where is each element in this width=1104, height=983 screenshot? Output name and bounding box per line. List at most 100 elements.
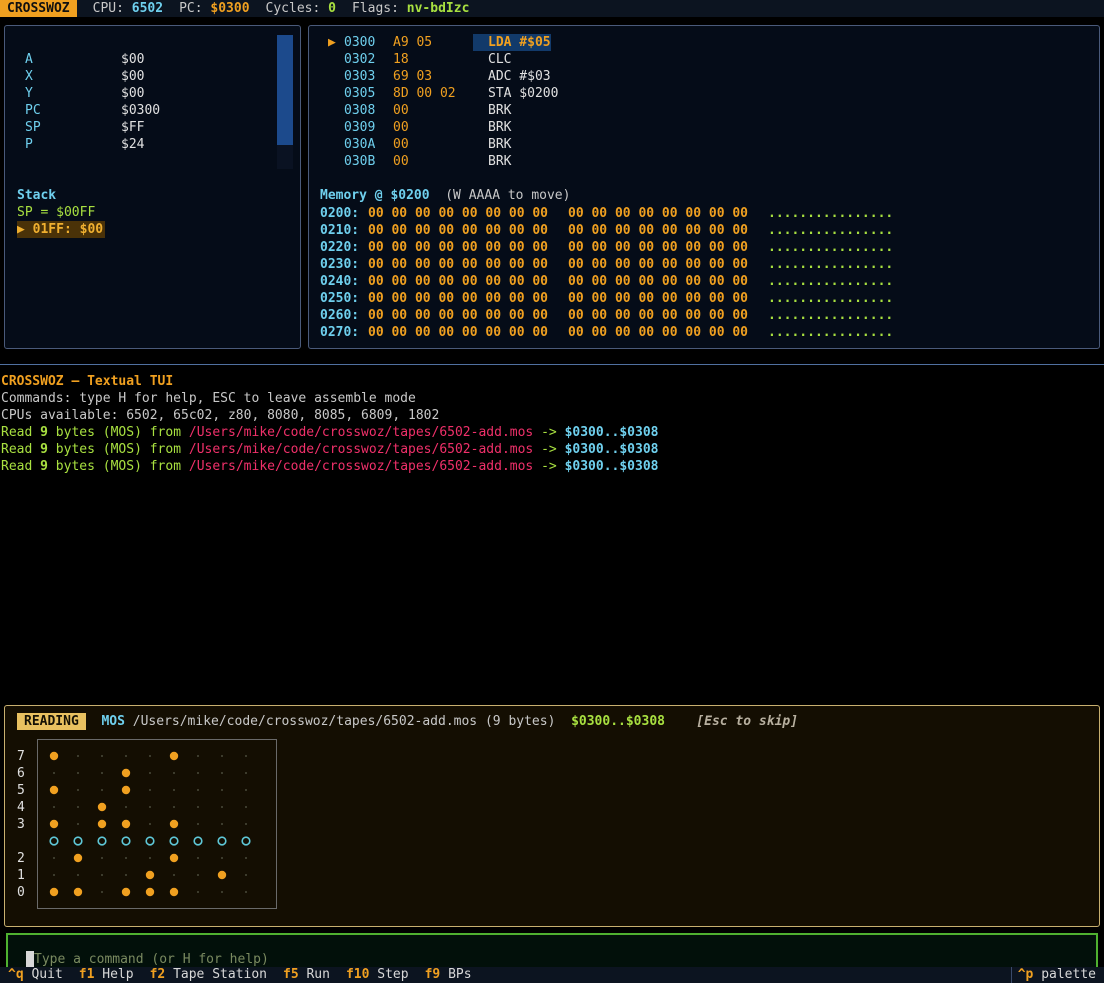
tape-empty-cell — [101, 755, 103, 757]
tape-empty-cell — [221, 789, 223, 791]
memory-ascii: ................ — [768, 257, 894, 272]
sprocket-hole — [121, 836, 131, 846]
tape-hole — [49, 887, 59, 897]
memory-hex: 00 00 00 00 00 00 00 00 — [568, 325, 749, 340]
stack-title: Stack — [17, 188, 57, 203]
disasm-address[interactable]: 0305 — [344, 85, 375, 102]
scrollbar-thumb[interactable] — [277, 35, 293, 145]
tape-empty-cell — [245, 857, 247, 859]
tape-hole — [145, 887, 155, 897]
console-read-line: Read 9 bytes (MOS) from /Users/mike/code… — [1, 459, 659, 474]
footer-binding[interactable]: f1 Help — [79, 967, 134, 982]
tape-empty-cell — [77, 823, 79, 825]
footer-binding[interactable]: f9 BPs — [425, 967, 472, 982]
cpu-value: 6502 — [131, 1, 164, 16]
disasm-address[interactable]: 0309 — [344, 119, 375, 136]
disasm-instruction: BRK — [488, 103, 512, 118]
disasm-address[interactable]: 0300 — [344, 34, 375, 51]
footer-binding[interactable]: f5 Run — [283, 967, 330, 982]
tape-hole — [169, 853, 179, 863]
footer-palette[interactable]: ^p palette — [1010, 967, 1096, 983]
footer-binding[interactable]: f10 Step — [346, 967, 409, 982]
tape-empty-cell — [77, 806, 79, 808]
footer-binding[interactable]: f2 Tape Station — [150, 967, 267, 982]
memory-ascii: ................ — [768, 274, 894, 289]
disasm-instruction: STA $0200 — [488, 86, 559, 101]
cycles-value: 0 — [328, 1, 336, 16]
disasm-address[interactable]: 0302 — [344, 51, 375, 68]
tape-empty-cell — [221, 772, 223, 774]
disasm-bytes: A9 05 — [393, 35, 433, 50]
footer-key: f5 — [283, 967, 299, 982]
tape-empty-cell — [197, 772, 199, 774]
footer-bindings: ^q Quit f1 Help f2 Tape Station f5 Run f10 S… — [0, 967, 1104, 983]
disasm-address[interactable]: 0303 — [344, 68, 375, 85]
memory-hex: 00 00 00 00 00 00 00 00 — [568, 240, 749, 255]
disasm-address[interactable]: 0308 — [344, 102, 375, 119]
register-name: P — [25, 137, 33, 152]
code-memory-panel[interactable]: ▶ 0300 A9 05 LDA #$05 0302 18 CLC 0303 69 03 ADC … — [308, 25, 1100, 349]
tape-empty-cell — [101, 874, 103, 876]
tape-empty-cell — [197, 823, 199, 825]
tape-empty-cell — [245, 755, 247, 757]
disasm-instruction: BRK — [488, 154, 512, 169]
memory-address: 0210: — [320, 223, 360, 238]
registers-scrollbar[interactable] — [277, 35, 293, 169]
tape-hole — [73, 853, 83, 863]
pane-divider[interactable] — [0, 364, 1104, 365]
tape-row-label: 6 — [17, 766, 25, 781]
memory-header: Memory @ $0200 (W AAAA to move) — [320, 187, 570, 204]
tape-hole — [97, 819, 107, 829]
sprocket-hole — [169, 836, 179, 846]
tape-empty-cell — [53, 772, 55, 774]
disasm-address[interactable]: 030B — [344, 153, 375, 170]
memory-hex: 00 00 00 00 00 00 00 00 — [368, 206, 549, 221]
tape-empty-cell — [197, 755, 199, 757]
memory-ascii: ................ — [768, 291, 894, 306]
disasm-instruction: LDA #$05 — [488, 35, 551, 50]
footer-desc: Quit — [31, 967, 63, 982]
tape-empty-cell — [149, 789, 151, 791]
memory-address: 0220: — [320, 240, 360, 255]
memory-hex: 00 00 00 00 00 00 00 00 — [568, 223, 749, 238]
tape-empty-cell — [101, 857, 103, 859]
flags-indicator: Flags: nv-bdIzc — [351, 1, 470, 16]
reading-badge: READING — [17, 713, 86, 730]
footer-binding[interactable]: ^q Quit — [8, 967, 63, 982]
disasm-instruction: CLC — [488, 52, 512, 67]
status-bar: CROSSWOZ CPU: 6502 PC: $0300 Cycles: 0 Flags… — [0, 0, 1104, 17]
memory-ascii: ................ — [768, 223, 894, 238]
tape-empty-cell — [77, 772, 79, 774]
memory-hex: 00 00 00 00 00 00 00 00 — [368, 308, 549, 323]
console-line: CPUs available: 6502, 65c02, z80, 8080, … — [1, 408, 440, 423]
sprocket-hole — [241, 836, 251, 846]
tape-hole — [121, 768, 131, 778]
tape-reader-panel: READING MOS /Users/mike/code/crosswoz/ta… — [4, 705, 1100, 927]
command-input[interactable]: Type a command (or H for help) — [34, 951, 269, 968]
memory-hint: (W AAAA to move) — [445, 188, 571, 203]
tape-row-label: 0 — [17, 885, 25, 900]
tape-empty-cell — [197, 789, 199, 791]
tape-range: $0300..$0308 — [571, 714, 665, 729]
tape-empty-cell — [125, 755, 127, 757]
tape-hole — [169, 751, 179, 761]
tape-format: MOS — [101, 714, 125, 729]
memory-ascii: ................ — [768, 206, 894, 221]
tape-empty-cell — [149, 857, 151, 859]
sprocket-hole — [145, 836, 155, 846]
tape-row-label: 3 — [17, 817, 25, 832]
memory-hex: 00 00 00 00 00 00 00 00 — [568, 308, 749, 323]
skip-hint: [Esc to skip] — [696, 714, 799, 729]
console-read-line: Read 9 bytes (MOS) from /Users/mike/code… — [1, 425, 659, 440]
memory-hex: 00 00 00 00 00 00 00 00 — [568, 291, 749, 306]
tape-hole-grid — [37, 739, 277, 909]
tape-empty-cell — [53, 806, 55, 808]
tape-empty-cell — [245, 772, 247, 774]
registers-panel[interactable]: A $00 X $00 Y $00 PC $0300 SP $FF P $24 Stack SP = … — [4, 25, 301, 349]
memory-hex: 00 00 00 00 00 00 00 00 — [368, 325, 549, 340]
register-name: SP — [25, 120, 41, 135]
footer-key: f1 — [78, 967, 95, 982]
disasm-instruction: BRK — [488, 120, 512, 135]
current-instruction-pointer: ▶ — [328, 35, 336, 50]
disasm-address[interactable]: 030A — [344, 136, 375, 153]
